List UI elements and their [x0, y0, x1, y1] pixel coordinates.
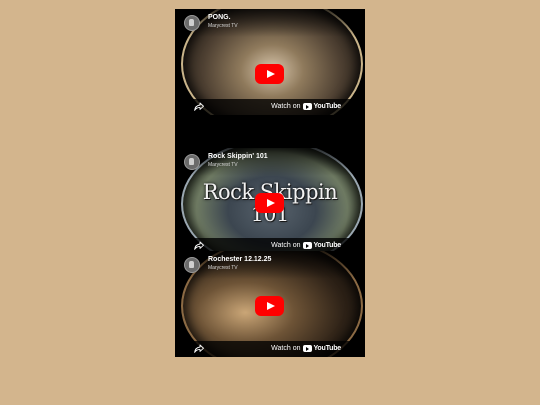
youtube-play-icon [303, 345, 313, 352]
video-header: Rochester 12.12.25 Marycrest TV [175, 251, 365, 279]
channel-avatar-icon[interactable] [184, 15, 200, 31]
youtube-play-icon [303, 103, 313, 110]
youtube-logo-icon: YouTube [303, 103, 341, 110]
share-icon[interactable] [194, 102, 204, 111]
channel-name[interactable]: Marycrest TV [208, 265, 238, 271]
play-button[interactable] [255, 296, 284, 316]
video-title[interactable]: Rochester 12.12.25 [208, 256, 271, 263]
channel-name[interactable]: Marycrest TV [208, 23, 238, 29]
share-icon[interactable] [194, 241, 204, 250]
channel-avatar-icon[interactable] [184, 257, 200, 273]
youtube-logo-icon: YouTube [303, 242, 341, 249]
watch-on-youtube-link[interactable]: Watch on YouTube [271, 241, 341, 250]
video-title[interactable]: PONG. [208, 14, 231, 21]
youtube-play-icon [303, 242, 313, 249]
video-footer: Watch on YouTube [175, 341, 365, 357]
play-button[interactable] [255, 193, 284, 213]
youtube-wordmark: YouTube [313, 242, 341, 249]
video-embed-rock-skippin[interactable]: Rock Skippin 101 Rock Skippin' 101 Maryc… [175, 148, 365, 254]
video-header: PONG. Marycrest TV [175, 9, 365, 37]
share-icon[interactable] [194, 344, 204, 353]
video-embed-pong[interactable]: PONG. Marycrest TV Watch on YouTube [175, 9, 365, 115]
play-button[interactable] [255, 64, 284, 84]
channel-avatar-icon[interactable] [184, 154, 200, 170]
video-embed-rochester[interactable]: Rochester 12.12.25 Marycrest TV Watch on… [175, 251, 365, 357]
channel-name[interactable]: Marycrest TV [208, 162, 238, 168]
watch-on-youtube-link[interactable]: Watch on YouTube [271, 102, 341, 111]
watch-on-label: Watch on [271, 103, 301, 110]
video-title[interactable]: Rock Skippin' 101 [208, 153, 268, 160]
video-footer: Watch on YouTube [175, 99, 365, 115]
youtube-logo-icon: YouTube [303, 345, 341, 352]
watch-on-label: Watch on [271, 345, 301, 352]
youtube-wordmark: YouTube [313, 103, 341, 110]
watch-on-youtube-link[interactable]: Watch on YouTube [271, 344, 341, 353]
watch-on-label: Watch on [271, 242, 301, 249]
youtube-wordmark: YouTube [313, 345, 341, 352]
video-header: Rock Skippin' 101 Marycrest TV [175, 148, 365, 176]
video-feed: PONG. Marycrest TV Watch on YouTube Rock… [175, 9, 365, 357]
